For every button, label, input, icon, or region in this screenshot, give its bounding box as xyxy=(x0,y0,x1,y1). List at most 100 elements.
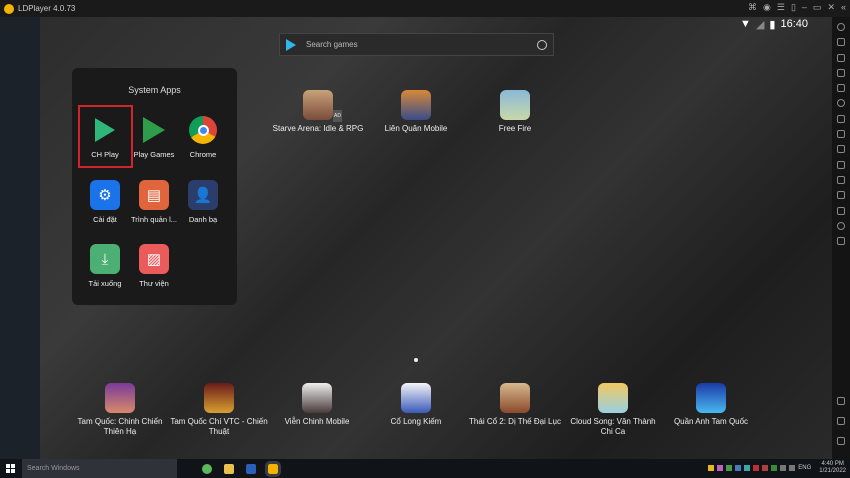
tam-quoc-chinh-chien-icon xyxy=(105,383,135,413)
nvidia-icon[interactable] xyxy=(771,465,778,471)
taskbar-clock[interactable]: 4:40 PM 1/21/2022 xyxy=(819,461,846,475)
fullscreen-icon[interactable] xyxy=(837,84,845,93)
right-toolbar xyxy=(832,17,850,459)
file-explorer-icon[interactable] xyxy=(224,463,234,474)
video-icon[interactable] xyxy=(837,160,845,169)
dock-app[interactable]: Thái Cổ 2: Dị Thế Đại Lục xyxy=(466,383,564,427)
app-label: Liên Quân Mobile xyxy=(384,124,448,133)
app-label: CH Play xyxy=(91,150,119,159)
app-label: Danh bạ xyxy=(188,215,218,224)
app-taskbar-icon[interactable] xyxy=(202,463,212,474)
wifi-icon: ▼ xyxy=(740,18,751,30)
dock-app[interactable]: Quần Anh Tam Quốc xyxy=(662,383,760,427)
dock-app[interactable]: Tam Quốc Chí VTC - Chiến Thuật xyxy=(170,383,268,437)
location-icon[interactable] xyxy=(837,221,845,230)
app-label: Cài đặt xyxy=(93,215,117,224)
app-label: Trình quản l... xyxy=(131,215,177,224)
record-icon[interactable] xyxy=(837,99,845,108)
status-time: 16:40 xyxy=(780,18,808,30)
app-label: Tải xuống xyxy=(88,279,122,288)
settings-gear-icon: ⚙ xyxy=(90,180,120,210)
tray-icon[interactable] xyxy=(708,465,715,471)
app-file-manager[interactable]: ▤ Trình quản l... xyxy=(128,180,180,224)
dock-app[interactable]: Tam Quốc: Chinh Chiến Thiên Hạ xyxy=(71,383,169,437)
word-icon[interactable] xyxy=(246,463,256,474)
home-icon[interactable] xyxy=(837,417,845,425)
volume-down-icon[interactable] xyxy=(837,68,845,77)
maximize-button[interactable]: ▭ xyxy=(813,2,822,13)
search-input[interactable]: Search games xyxy=(306,40,537,49)
back-icon[interactable] xyxy=(837,397,845,405)
menu-icon[interactable]: ☰ xyxy=(777,2,785,13)
app-chrome[interactable]: Chrome xyxy=(177,115,229,159)
page-indicator xyxy=(414,358,418,362)
language-indicator[interactable]: ENG xyxy=(798,465,811,471)
app-free-fire[interactable]: Free Fire xyxy=(466,90,564,134)
keyboard-icon[interactable] xyxy=(837,38,845,47)
ldplayer-taskbar-icon[interactable] xyxy=(265,460,281,477)
app-label: Free Fire xyxy=(498,124,532,133)
speaker-icon[interactable] xyxy=(762,465,769,471)
tray-icon[interactable] xyxy=(726,465,733,471)
app-label: Starve Arena: Idle & RPG xyxy=(272,124,364,133)
clock-date: 1/21/2022 xyxy=(819,468,846,474)
tray-icon[interactable] xyxy=(717,465,724,471)
rotate-icon[interactable] xyxy=(837,237,845,246)
app-lien-quan[interactable]: Liên Quân Mobile xyxy=(367,90,465,134)
network-icon[interactable] xyxy=(789,465,796,471)
ldplayer-logo-icon xyxy=(4,3,14,14)
tray-icon[interactable] xyxy=(744,465,751,471)
clock-time: 4:40 PM xyxy=(821,461,844,467)
minimize-button[interactable]: – xyxy=(802,2,807,13)
android-home-screen: ▼ ◢ ▮ 16:40 Search games Starve Arena: I… xyxy=(0,17,832,459)
folder-title: System Apps xyxy=(128,85,181,95)
quan-anh-icon xyxy=(696,383,726,413)
screenshot-icon[interactable] xyxy=(837,130,845,139)
close-button[interactable]: ✕ xyxy=(827,2,835,13)
microphone-icon[interactable] xyxy=(753,465,760,471)
app-contacts[interactable]: 👤 Danh bạ xyxy=(177,180,229,224)
app-settings[interactable]: ⚙ Cài đặt xyxy=(79,180,131,224)
search-icon[interactable] xyxy=(537,39,547,50)
app-label: Quần Anh Tam Quốc xyxy=(673,417,749,426)
scissors-icon[interactable] xyxy=(837,145,845,154)
gallery-icon: ▨ xyxy=(139,244,169,274)
app-starve-arena[interactable]: Starve Arena: Idle & RPG AD xyxy=(269,90,367,134)
multi-instance-icon[interactable] xyxy=(837,175,845,184)
shake-icon[interactable] xyxy=(837,191,845,200)
dock-app[interactable]: Cổ Long Kiếm xyxy=(367,383,465,427)
windows-start-icon[interactable] xyxy=(6,464,15,473)
search-games-bar[interactable]: Search games xyxy=(279,33,554,56)
co-long-kiem-icon xyxy=(401,383,431,413)
download-icon: ⤓ xyxy=(90,244,120,274)
account-icon[interactable]: ◉ xyxy=(763,2,771,13)
file-manager-icon: ▤ xyxy=(139,180,169,210)
dock-app[interactable]: Cloud Song: Vân Thành Chi Ca xyxy=(564,383,662,437)
windows-search-input[interactable]: Search Windows xyxy=(22,459,177,478)
gamepad-icon[interactable]: ⌘ xyxy=(748,2,757,13)
lien-quan-icon xyxy=(401,90,431,120)
add-apk-icon[interactable] xyxy=(837,114,845,123)
starve-arena-icon xyxy=(303,90,333,120)
dock-app[interactable]: Viễn Chinh Mobile xyxy=(268,383,366,427)
app-play-games[interactable]: Play Games xyxy=(128,115,180,159)
folder-icon[interactable] xyxy=(837,206,845,215)
windows-taskbar: Search Windows ENG 4:40 PM 1/21/2022 xyxy=(0,459,850,478)
settings-icon[interactable] xyxy=(837,23,845,31)
app-label: Play Games xyxy=(133,150,175,159)
cloud-song-icon xyxy=(598,383,628,413)
app-gallery[interactable]: ▨ Thư viện xyxy=(128,244,180,288)
play-store-icon xyxy=(90,115,120,145)
volume-icon[interactable] xyxy=(780,465,787,471)
vien-chinh-icon xyxy=(302,383,332,413)
signal-icon: ◢ xyxy=(755,18,765,31)
play-store-icon xyxy=(286,38,296,51)
tablet-icon[interactable]: ▯ xyxy=(791,2,796,13)
recents-icon[interactable] xyxy=(837,437,845,445)
collapse-sidebar-button[interactable]: « xyxy=(841,2,846,13)
app-downloads[interactable]: ⤓ Tải xuống xyxy=(79,244,131,288)
app-ch-play[interactable]: CH Play xyxy=(79,115,131,159)
tray-icon[interactable] xyxy=(735,465,742,471)
app-label: Thư viện xyxy=(139,279,169,288)
volume-up-icon[interactable] xyxy=(837,53,845,62)
